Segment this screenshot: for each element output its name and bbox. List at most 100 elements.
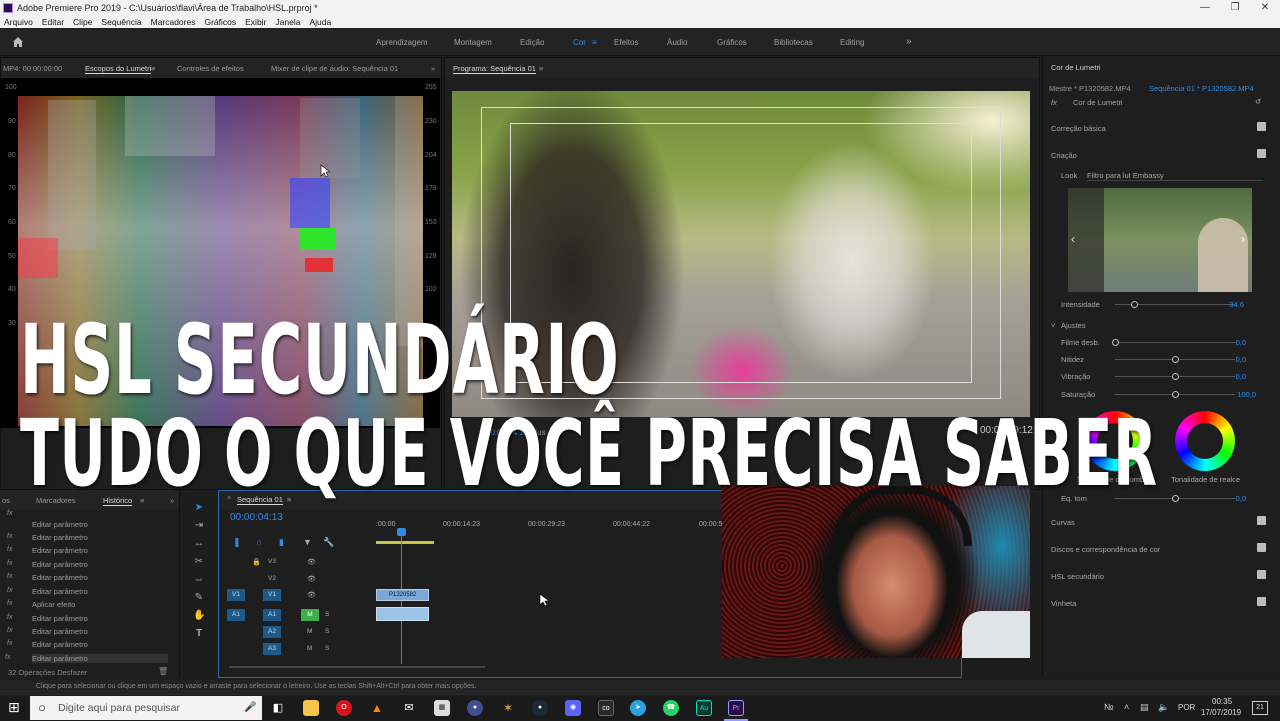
track-label-v1[interactable]: V1 — [263, 589, 281, 601]
timeline-scrollbar[interactable] — [229, 666, 485, 668]
tone-balance-knob[interactable] — [1172, 495, 1179, 502]
calendar-icon[interactable]: ▦ — [434, 700, 450, 716]
minimize-icon[interactable]: — — [1190, 0, 1220, 16]
vibrance-slider[interactable] — [1115, 373, 1235, 380]
tab-audio-clip-mixer[interactable]: Mixer de clipe de áudio: Sequência 01 — [271, 64, 398, 73]
browser-icon[interactable]: ● — [467, 700, 483, 716]
audio-clip[interactable] — [376, 607, 429, 621]
history-item-selected[interactable]: Editar parâmetro — [32, 654, 168, 663]
history-item[interactable]: Editar parâmetro — [32, 627, 88, 636]
section-curves[interactable]: Curvas — [1051, 518, 1075, 527]
tab-effect-controls[interactable]: Controles de efeitos — [177, 64, 244, 73]
workspace-menu-icon[interactable]: ≡ — [592, 38, 597, 47]
hand-tool-icon[interactable]: ✋ — [193, 610, 205, 622]
solo-a2-button[interactable]: S — [325, 628, 329, 635]
tone-balance-value[interactable]: 0,0 — [1236, 494, 1246, 503]
ripple-edit-tool-icon[interactable]: ↔ — [193, 538, 205, 550]
history-item[interactable]: Aplicar efeito — [32, 600, 75, 609]
workspace-editing[interactable]: Editing — [840, 38, 864, 47]
workspace-edicao[interactable]: Edição — [520, 38, 544, 47]
workspace-graficos[interactable]: Gráficos — [717, 38, 747, 47]
mute-a1-button[interactable]: M — [301, 609, 319, 621]
program-menu-icon[interactable]: ≡ — [539, 64, 543, 73]
menu-graficos[interactable]: Gráficos — [204, 17, 236, 27]
history-item[interactable]: Editar parâmetro — [32, 546, 88, 555]
menu-sequencia[interactable]: Sequência — [101, 17, 141, 27]
mail-icon[interactable]: ✉ — [401, 700, 417, 716]
param-value-faded-film[interactable]: 0,0 — [1236, 338, 1246, 347]
trash-icon[interactable]: 🗑 — [158, 667, 168, 676]
whatsapp-icon[interactable]: ☎ — [663, 700, 679, 716]
track-select-tool-icon[interactable]: ⇥ — [193, 520, 205, 532]
opera-icon[interactable]: O — [336, 700, 352, 716]
premiere-taskbar-icon[interactable]: Pr — [728, 700, 744, 716]
notification-center-icon[interactable]: 21 — [1252, 701, 1268, 715]
vignette-checkbox[interactable] — [1257, 597, 1266, 606]
clock-time[interactable]: 00:35 — [1212, 697, 1232, 706]
razor-tool-icon[interactable]: ✂ — [193, 556, 205, 568]
people-icon[interactable]: № — [1104, 702, 1114, 712]
close-icon[interactable]: ✕ — [1250, 0, 1280, 16]
track-label-a3[interactable]: A3 — [263, 643, 281, 655]
more-workspaces-icon[interactable]: » — [906, 36, 912, 47]
workspace-bibliotecas[interactable]: Bibliotecas — [774, 38, 813, 47]
track-label-v3[interactable]: V3 — [263, 558, 281, 565]
curves-checkbox[interactable] — [1257, 516, 1266, 525]
tray-chevron-icon[interactable]: ˄ — [1124, 702, 1129, 712]
davinci-icon[interactable]: ✶ — [500, 700, 516, 716]
snap-icon[interactable]: ❚ — [233, 537, 241, 548]
eye-icon[interactable]: 👁 — [307, 591, 316, 599]
audition-icon[interactable]: Au — [696, 700, 712, 716]
home-icon[interactable] — [12, 36, 24, 48]
type-tool-icon[interactable]: T — [193, 628, 205, 640]
history-item[interactable]: Editar parâmetro — [32, 587, 88, 596]
marker-icon[interactable]: ▼ — [303, 537, 312, 547]
workspace-aprendizagem[interactable]: Aprendizagem — [376, 38, 428, 47]
mute-a2-button[interactable]: M — [307, 628, 312, 635]
history-item[interactable]: Editar parâmetro — [32, 560, 88, 569]
saturation-knob[interactable] — [1172, 391, 1179, 398]
solo-a3-button[interactable]: S — [325, 645, 329, 652]
workspace-efeitos[interactable]: Efeitos — [614, 38, 638, 47]
workspace-montagem[interactable]: Montagem — [454, 38, 492, 47]
section-basic-correction[interactable]: Correção básica — [1051, 124, 1106, 133]
sharpen-slider[interactable] — [1115, 356, 1235, 363]
eye-icon[interactable]: 👁 — [307, 575, 316, 583]
vlc-icon[interactable]: ▲ — [369, 700, 385, 716]
menu-arquivo[interactable]: Arquivo — [4, 17, 33, 27]
workspace-audio[interactable]: Áudio — [667, 38, 687, 47]
file-explorer-icon[interactable] — [303, 700, 319, 716]
timeline-timecode[interactable]: 00:00:04:13 — [230, 512, 283, 523]
discord-icon[interactable]: ◉ — [565, 700, 581, 716]
faded-film-knob[interactable] — [1112, 339, 1119, 346]
adjustments-chevron-icon[interactable]: ˅ — [1051, 321, 1055, 330]
section-vignette[interactable]: Vinheta — [1051, 599, 1076, 608]
lumetri-title[interactable]: Cor de Lumetri — [1051, 63, 1101, 72]
work-area-bar[interactable] — [376, 541, 434, 544]
pen-tool-icon[interactable]: ✎ — [193, 592, 205, 604]
intensity-slider-knob[interactable] — [1131, 301, 1138, 308]
saturation-slider[interactable] — [1115, 391, 1235, 398]
history-item[interactable]: Editar parâmetro — [32, 520, 88, 529]
network-icon[interactable]: ▤ — [1140, 702, 1149, 713]
source-patch-a1[interactable]: A1 — [227, 609, 245, 621]
tab-lumetri-scopes-menu-icon[interactable]: ≡ — [151, 64, 155, 73]
restore-icon[interactable]: ❐ — [1220, 0, 1250, 16]
program-title[interactable]: Programa: Sequência 01 — [453, 64, 536, 74]
eye-icon[interactable]: 👁 — [307, 558, 316, 566]
section-hsl-secondary[interactable]: HSL secundário — [1051, 572, 1104, 581]
clock-date[interactable]: 17/07/2019 — [1201, 708, 1241, 717]
linked-selection-icon[interactable]: ∩ — [256, 537, 262, 547]
solo-a1-button[interactable]: S — [325, 611, 329, 618]
timeline-settings-icon[interactable]: 🔧 — [323, 537, 334, 548]
track-label-v2[interactable]: V2 — [263, 575, 281, 582]
look-prev-icon[interactable]: ‹ — [1071, 232, 1075, 246]
look-next-icon[interactable]: › — [1241, 232, 1245, 246]
color-wheels-checkbox[interactable] — [1257, 543, 1266, 552]
lumetri-sequence-clip[interactable]: Sequência 01 * P1320582.MP4 — [1149, 84, 1254, 93]
task-view-icon[interactable]: ◧ — [270, 700, 286, 716]
menu-exibir[interactable]: Exibir — [245, 17, 266, 27]
language-indicator[interactable]: POR — [1178, 703, 1195, 712]
tab-lumetri-scopes[interactable]: Escopos do Lumetri — [85, 64, 152, 74]
more-panels-icon[interactable]: » — [431, 64, 435, 73]
